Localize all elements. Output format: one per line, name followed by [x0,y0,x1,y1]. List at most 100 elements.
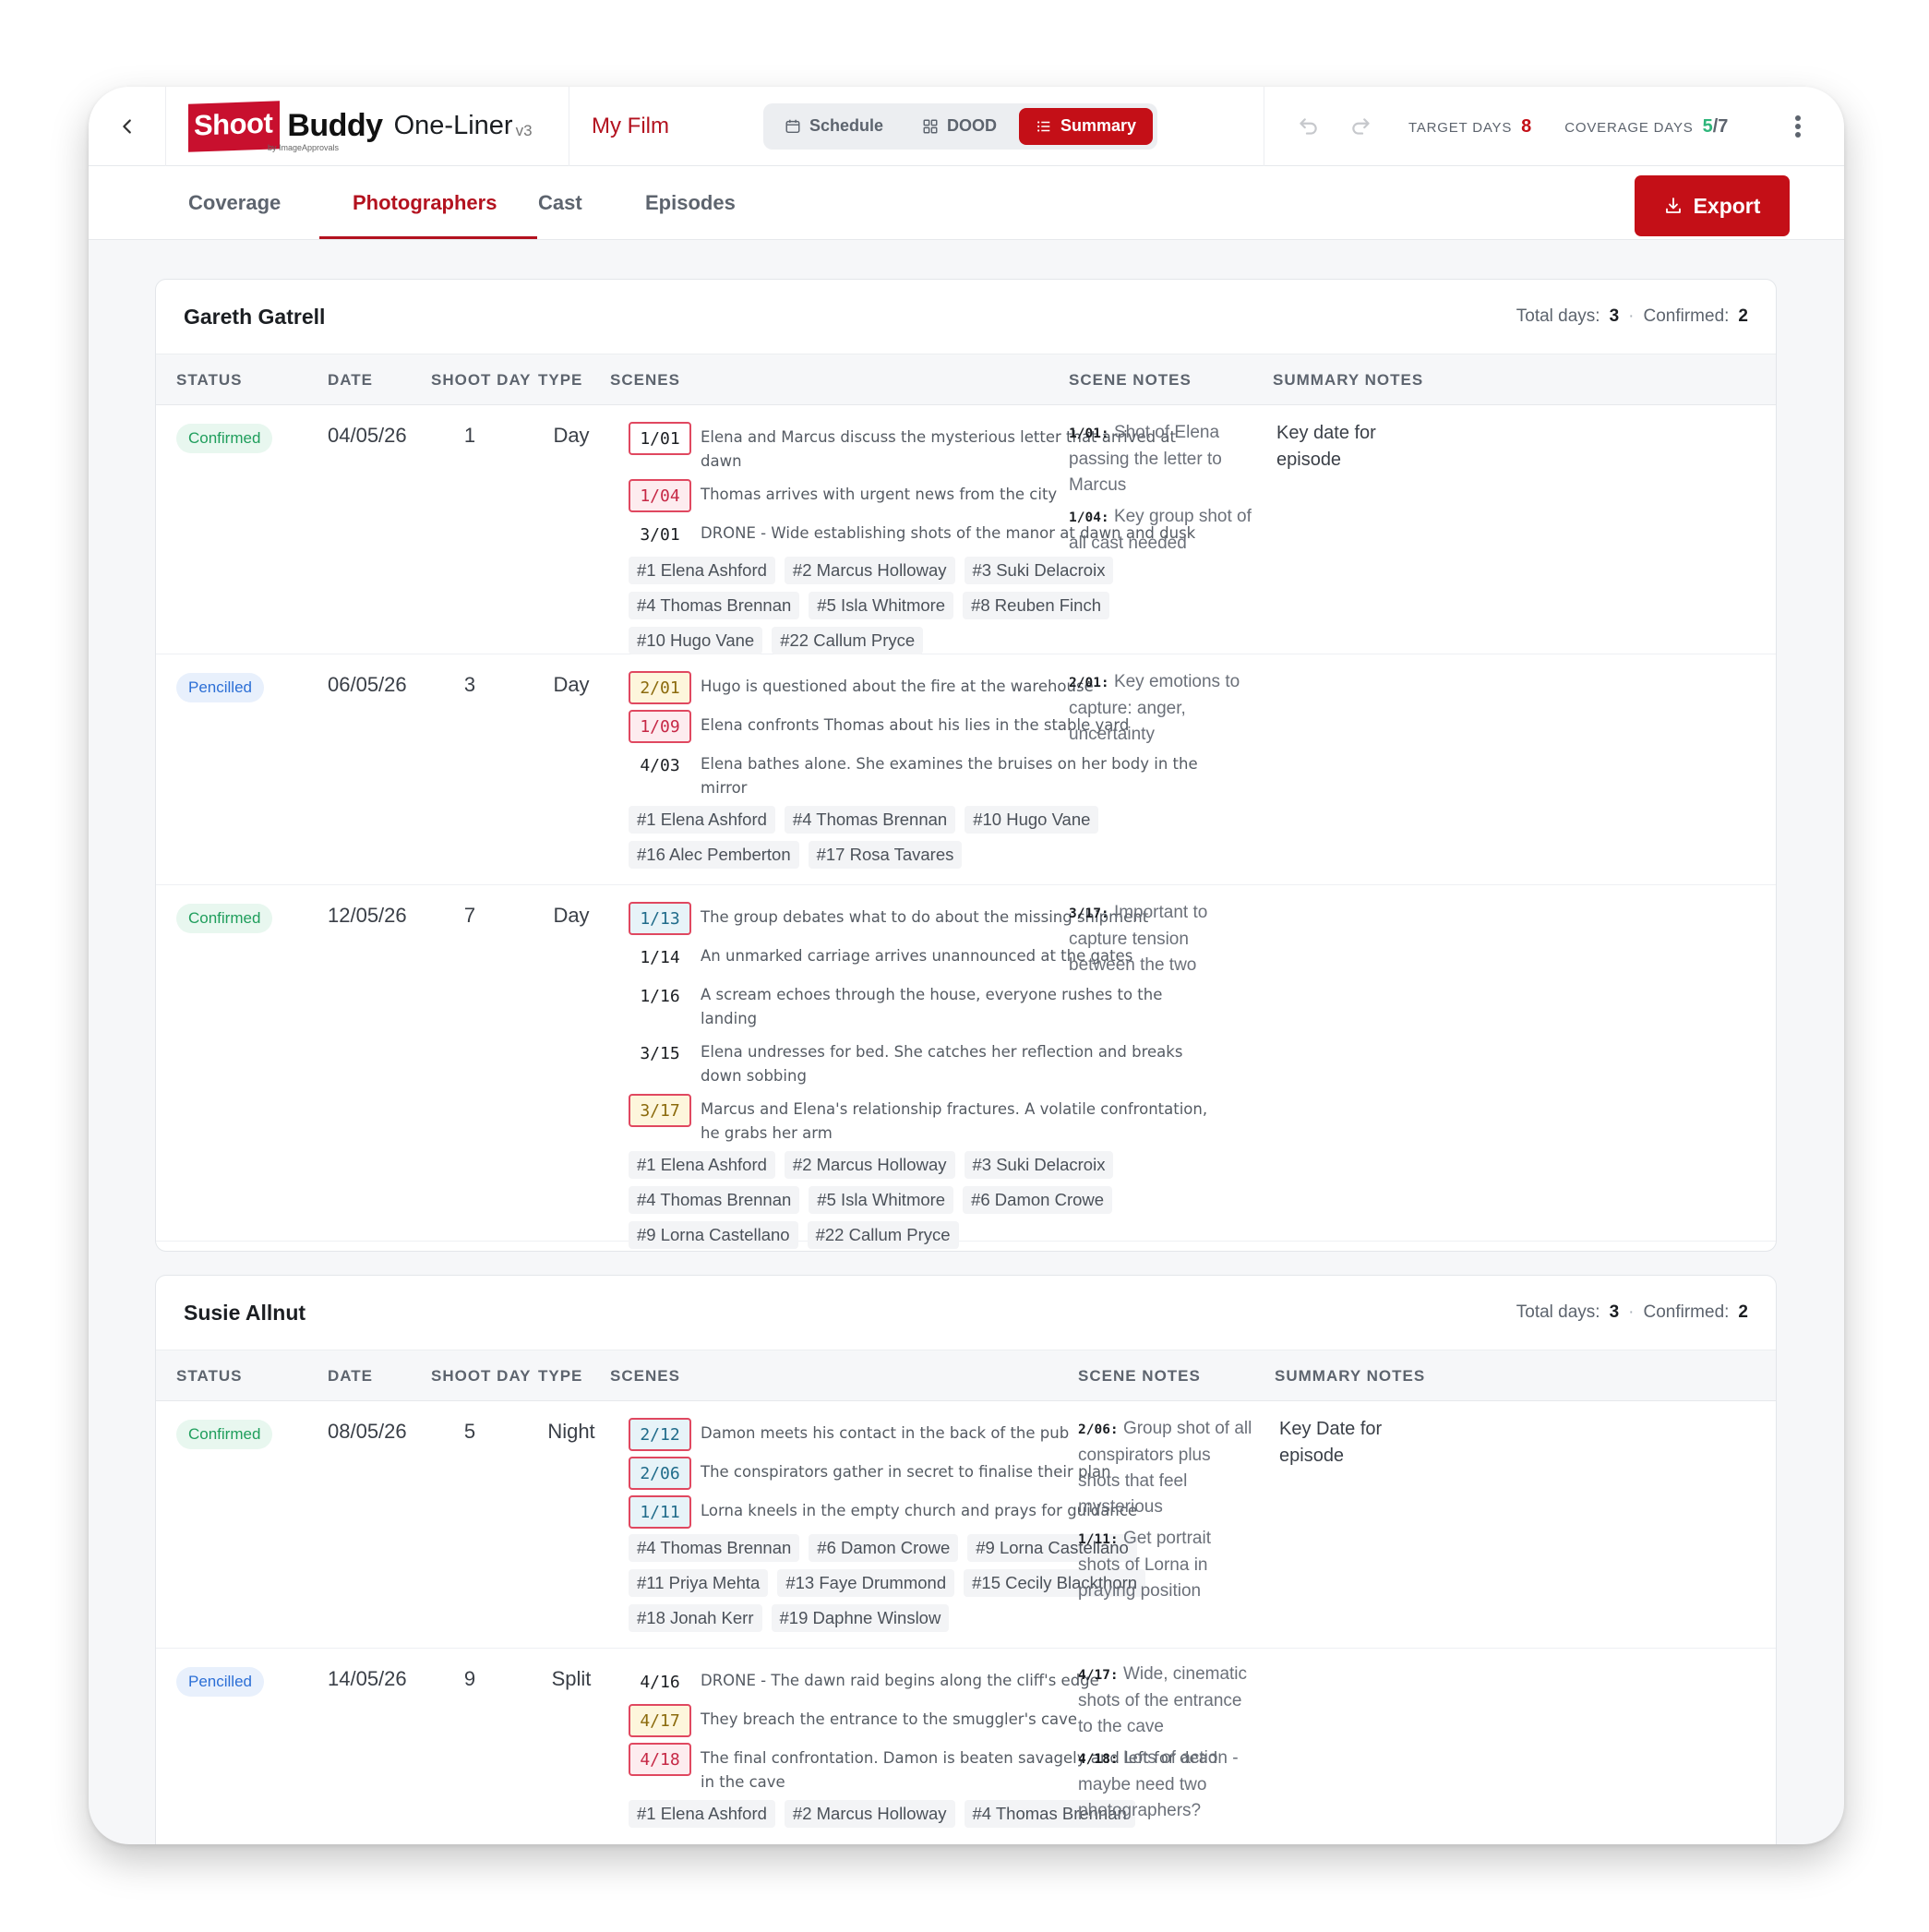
cast-chip[interactable]: #5 Isla Whitmore [809,1186,954,1214]
logo-subtitle: by ImageApprovals [268,142,340,152]
cast-chip[interactable]: #1 Elena Ashford [629,1800,775,1828]
tab-cast[interactable]: Cast [538,166,582,240]
scene-note-key: 4/18: [1078,1752,1119,1767]
scene-item[interactable]: 3/15 Elena undresses for bed. She catches… [629,1037,1219,1088]
tab-photographers[interactable]: Photographers [353,166,497,240]
view-dood-button[interactable]: DOOD [905,108,1013,145]
more-menu-icon[interactable] [1793,115,1803,138]
scene-description: Lorna kneels in the empty church and pra… [701,1502,1137,1519]
redo-button[interactable] [1348,113,1375,140]
scene-notes: 2/01: Key emotions to capture: anger, un… [1069,669,1253,753]
cast-chip[interactable]: #1 Elena Ashford [629,1151,775,1179]
cast-chip[interactable]: #4 Thomas Brennan [629,1534,800,1562]
column-header-scene-notes: SCENE NOTES [1078,1367,1201,1385]
scene-code[interactable]: 1/04 [629,479,691,512]
status-badge: Pencilled [176,673,264,702]
scene-description: Marcus and Elena's relationship fracture… [701,1100,1208,1142]
cast-chip[interactable]: #16 Alec Pemberton [629,841,799,869]
cast-chip[interactable]: #4 Thomas Brennan [629,592,800,619]
scene-code[interactable]: 4/17 [629,1704,691,1737]
scene-note: 2/01: Key emotions to capture: anger, un… [1069,669,1253,748]
cast-chip[interactable]: #19 Daphne Winslow [771,1604,950,1632]
scene-code[interactable]: 1/09 [629,710,691,743]
cast-chip[interactable]: #17 Rosa Tavares [808,841,963,869]
cast-chip[interactable]: #6 Damon Crowe [809,1534,959,1562]
scene-code[interactable]: 1/13 [629,902,691,935]
view-switcher: Schedule DOOD Summary [763,102,1158,150]
table-row: Pencilled 06/05/26 3 Day 2/01 Hugo is questio… [156,654,1776,885]
project-name[interactable]: My Film [569,87,763,166]
cast-chip[interactable]: #6 Damon Crowe [963,1186,1113,1214]
scene-code[interactable]: 2/06 [629,1457,691,1490]
card-totals: Total days: 3 · Confirmed: 2 [1516,306,1748,327]
separator-dot: · [1628,1302,1635,1322]
scene-code[interactable]: 1/14 [629,941,691,974]
cast-chip[interactable]: #18 Jonah Kerr [629,1604,762,1632]
cast-chip[interactable]: #4 Thomas Brennan [629,1186,800,1214]
scene-code[interactable]: 3/01 [629,518,691,551]
cast-chip[interactable]: #2 Marcus Holloway [784,1800,955,1828]
summary-notes: Key Date for episode [1279,1419,1383,1466]
tab-coverage[interactable]: Coverage [188,166,281,240]
cast-chip[interactable]: #1 Elena Ashford [629,806,775,834]
scene-code[interactable]: 4/16 [629,1665,691,1698]
cast-chip[interactable]: #2 Marcus Holloway [784,557,955,584]
scene-note-key: 1/11: [1078,1532,1119,1547]
grid-icon [923,119,938,133]
scene-code[interactable]: 3/15 [629,1037,691,1070]
coverage-days-figures: 5/7 [1703,116,1729,138]
scene-code[interactable]: 1/01 [629,422,691,455]
scene-description: Elena bathes alone. She examines the bru… [701,755,1198,797]
tab-episodes[interactable]: Episodes [645,166,736,240]
photographer-name: Gareth Gatrell [184,304,326,329]
cast-chip[interactable]: #4 Thomas Brennan [784,806,956,834]
active-tab-indicator [319,236,537,239]
scene-item[interactable]: 3/17 Marcus and Elena's relationship frac… [629,1094,1219,1146]
table-header: STATUS DATE SHOOT DAY TYPE SCENES SCENE NOTES… [156,1350,1776,1401]
redo-icon [1352,118,1370,135]
back-button[interactable] [89,87,166,166]
view-summary-button[interactable]: Summary [1019,107,1154,145]
photographer-card: Susie Allnut Total days: 3 · Confirmed: 2 STAT… [155,1275,1777,1844]
undo-button[interactable] [1294,113,1322,140]
shoot-day-number: 1 [463,424,476,447]
cast-chip[interactable]: #5 Isla Whitmore [809,592,954,619]
scene-code[interactable]: 4/03 [629,749,691,782]
product-name: One-Liner [393,111,513,140]
scene-code[interactable]: 1/11 [629,1495,691,1529]
scene-code[interactable]: 1/16 [629,979,691,1013]
total-days-label: Total days: [1516,306,1600,326]
target-days-label: TARGET DAYS [1408,119,1513,136]
cast-chip[interactable]: #13 Faye Drummond [777,1569,955,1597]
view-dood-label: DOOD [947,116,998,135]
cast-chip[interactable]: #9 Lorna Castellano [629,1221,798,1249]
scene-code[interactable]: 2/01 [629,671,691,704]
scene-code[interactable]: 3/17 [629,1094,691,1127]
shoot-date: 12/05/26 [328,904,407,927]
cast-chip[interactable]: #22 Callum Pryce [772,627,924,654]
scene-notes: 1/01: Shot of Elena passing the letter t… [1069,420,1253,562]
status-badge: Confirmed [176,904,273,933]
confirmed-value: 2 [1738,1302,1748,1322]
cast-chip[interactable]: #22 Callum Pryce [807,1221,959,1249]
export-button[interactable]: Export [1635,175,1790,236]
scene-item[interactable]: 4/03 Elena bathes alone. She examines the… [629,749,1219,800]
undo-icon [1300,118,1317,135]
cast-chip[interactable]: #11 Priya Mehta [629,1569,769,1597]
target-days: TARGET DAYS 8 [1408,116,1531,138]
cast-chip[interactable]: #8 Reuben Finch [963,592,1109,619]
scene-code[interactable]: 4/18 [629,1743,691,1776]
scene-item[interactable]: 1/16 A scream echoes through the house, e… [629,979,1219,1031]
cast-chips: #1 Elena Ashford #2 Marcus Holloway #3 Suk… [629,557,1219,654]
cast-chip[interactable]: #2 Marcus Holloway [784,1151,955,1179]
table-row: Confirmed 08/05/26 5 Night 2/12 Damon meets h… [156,1401,1776,1649]
cast-chip[interactable]: #10 Hugo Vane [964,806,1099,834]
shoot-date: 14/05/26 [328,1667,407,1690]
scene-code[interactable]: 2/12 [629,1418,691,1451]
view-schedule-button[interactable]: Schedule [768,108,900,145]
cast-chip[interactable]: #10 Hugo Vane [629,627,763,654]
cast-chip[interactable]: #1 Elena Ashford [629,557,775,584]
cast-chip[interactable]: #3 Suki Delacroix [964,1151,1114,1179]
scene-description: Elena confronts Thomas about his lies in… [701,716,1130,734]
shoot-date: 06/05/26 [328,673,407,696]
